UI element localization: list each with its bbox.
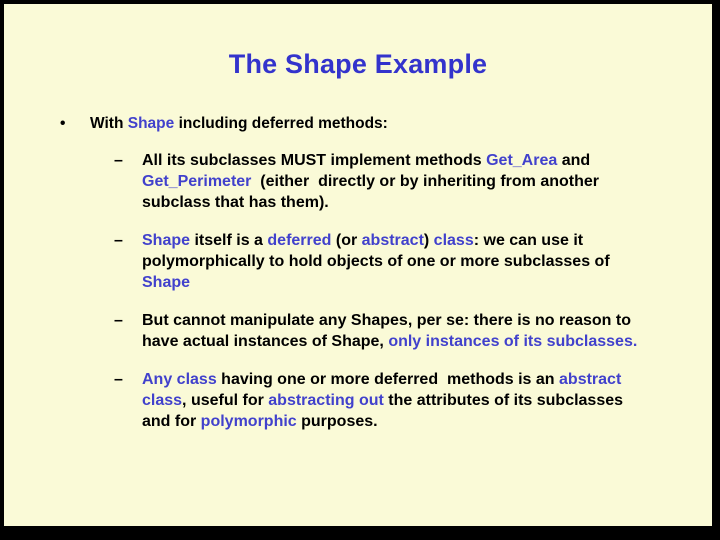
text-run-highlight: Shape (127, 115, 175, 132)
text-run-highlight: polymorphic (200, 413, 297, 430)
text-run-highlight: Get_Perimeter (142, 173, 252, 190)
bullet-level2: – Shape itself is a deferred (or abstrac… (4, 230, 712, 293)
text-run-highlight: abstract (361, 232, 424, 249)
dash-marker-icon: – (114, 371, 123, 388)
slide-body: • With Shape including deferred methods:… (4, 114, 712, 526)
text-run: (or (331, 232, 362, 249)
text-run: ) (423, 232, 434, 249)
bullet-text: All its subclasses MUST implement method… (142, 152, 603, 211)
text-run: With (90, 115, 128, 132)
text-run-highlight: only instances of its subclasses. (388, 333, 638, 350)
text-run-highlight: deferred (267, 232, 332, 249)
text-run-highlight: Shape (142, 274, 191, 291)
text-run: having one or more deferred methods is a… (216, 371, 560, 388)
dash-marker-icon: – (114, 232, 123, 249)
bullet-text: Any class having one or more deferred me… (142, 371, 627, 430)
text-run-highlight: Get_Area (486, 152, 558, 169)
text-run: and (557, 152, 595, 169)
text-run-highlight: class (433, 232, 474, 249)
text-run: , useful for (182, 392, 269, 409)
bullet-text: Shape itself is a deferred (or abstract)… (142, 232, 614, 291)
text-run: including deferred methods: (174, 115, 388, 132)
bullet-text: With Shape including deferred methods: (90, 115, 388, 132)
bullet-level2: – But cannot manipulate any Shapes, per … (4, 310, 712, 352)
text-run: All its subclasses MUST implement method… (142, 152, 487, 169)
text-run-highlight: abstracting out (268, 392, 384, 409)
dash-marker-icon: – (114, 152, 123, 169)
bullet-text: But cannot manipulate any Shapes, per se… (142, 312, 637, 350)
text-run-highlight: Shape (142, 232, 191, 249)
slide-title: The Shape Example (228, 49, 488, 79)
dash-marker-icon: – (114, 312, 123, 329)
text-run: purposes. (296, 413, 378, 430)
slide-canvas: The Shape Example • With Shape including… (4, 4, 712, 526)
bullet-marker-icon: • (60, 115, 66, 132)
text-run: itself is a (190, 232, 268, 249)
bullet-level2: – All its subclasses MUST implement meth… (4, 150, 712, 213)
bullet-level1: • With Shape including deferred methods: (4, 114, 712, 134)
text-run-highlight: Any class (142, 371, 217, 388)
bullet-level2: – Any class having one or more deferred … (4, 369, 712, 432)
slide-frame: The Shape Example • With Shape including… (0, 0, 720, 540)
